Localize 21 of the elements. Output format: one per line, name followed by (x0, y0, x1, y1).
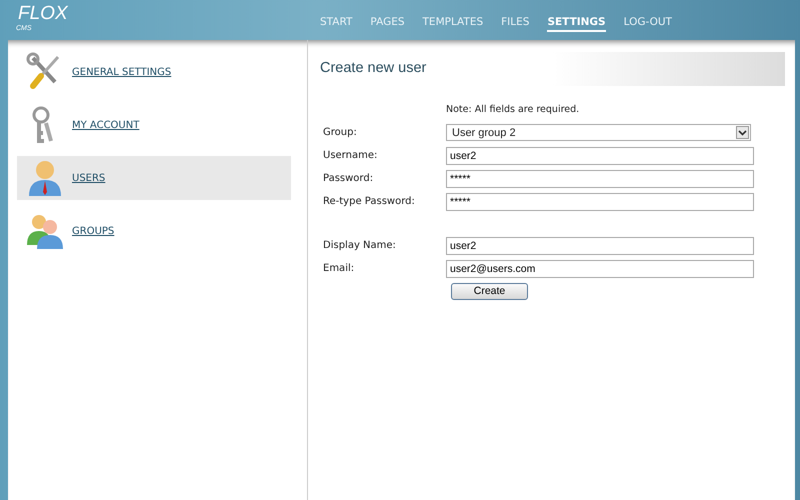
field-label: Display Name: (323, 239, 397, 254)
selected-option: User group 2 (452, 124, 516, 141)
required-note: Note: All fields are required. (446, 103, 580, 117)
sidebar-link[interactable]: MY ACCOUNT (72, 118, 140, 132)
sidebar-link[interactable]: GROUPS (72, 224, 114, 238)
sidebar-link[interactable]: GENERAL SETTINGS (72, 64, 172, 80)
input-field[interactable]: ***** (446, 192, 754, 211)
sidebar-link[interactable]: USERS (72, 170, 106, 186)
page-title: Create new user (320, 59, 426, 78)
logo: FLOX (18, 4, 68, 24)
create-button[interactable]: Create (451, 283, 528, 300)
field-label: Re-type Password: (323, 195, 416, 210)
field-label: Username: (323, 149, 378, 164)
field-label: Email: (323, 262, 356, 276)
field-label: Password: (323, 172, 374, 186)
input-field[interactable]: user2 (446, 146, 754, 165)
field-label: Group: (323, 126, 358, 140)
input-field[interactable]: user2 (446, 236, 754, 255)
input-field[interactable]: ***** (446, 170, 754, 188)
input-field[interactable]: user2@users.com (446, 260, 754, 278)
select-field[interactable]: User group 2 (446, 124, 751, 142)
